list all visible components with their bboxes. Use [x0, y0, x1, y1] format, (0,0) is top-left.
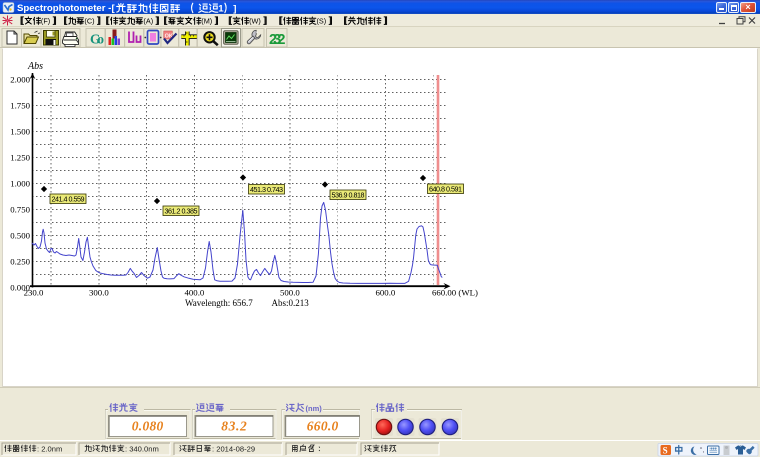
svg-text:0.750: 0.750 — [10, 205, 30, 215]
svg-text:230.0: 230.0 — [24, 288, 44, 298]
svg-text:: 340.0nm: : 340.0nm — [125, 445, 159, 454]
svg-text:1.500: 1.500 — [10, 127, 30, 137]
svg-text:Wavelength: 656.7: Wavelength: 656.7 — [185, 298, 253, 308]
svg-text:: 2.0nm: : 2.0nm — [37, 445, 62, 454]
svg-text:640.8 0.591: 640.8 0.591 — [429, 184, 462, 193]
svg-text:0.250: 0.250 — [10, 257, 30, 267]
svg-text:(M): (M) — [201, 17, 212, 26]
svg-text:660.00 (WL): 660.00 (WL) — [432, 288, 478, 298]
svg-text:241.4 0.559: 241.4 0.559 — [52, 194, 85, 203]
svg-text:]: ] — [233, 4, 236, 15]
svg-text:(F): (F) — [41, 17, 50, 26]
svg-text:°,: °, — [700, 445, 705, 454]
svg-text:Go: Go — [90, 32, 104, 47]
svg-text:536.9 0.818: 536.9 0.818 — [332, 190, 365, 199]
svg-text:300.0: 300.0 — [89, 288, 109, 298]
svg-text:(C): (C) — [84, 17, 94, 26]
svg-text:232: 232 — [269, 32, 286, 48]
svg-text:1.250: 1.250 — [10, 153, 30, 163]
svg-text:(S): (S) — [317, 17, 327, 26]
svg-text:361.2 0.385: 361.2 0.385 — [165, 206, 198, 215]
svg-text:Spectrophotometer -: Spectrophotometer - — [17, 3, 111, 14]
svg-text:400.0: 400.0 — [185, 288, 205, 298]
svg-text:(nm): (nm) — [306, 404, 323, 413]
svg-text:660.0: 660.0 — [307, 419, 339, 434]
svg-text:Abs:0.213: Abs:0.213 — [272, 298, 310, 308]
svg-text:2.000: 2.000 — [10, 75, 30, 85]
svg-text:(A): (A) — [143, 17, 153, 26]
svg-text:Abs: Abs — [27, 61, 43, 72]
svg-text:(W): (W) — [249, 17, 261, 26]
svg-text:0.080: 0.080 — [132, 419, 164, 434]
svg-text:0.500: 0.500 — [10, 231, 30, 241]
svg-text:83.2: 83.2 — [221, 419, 247, 434]
svg-text:1: 1 — [218, 4, 224, 15]
svg-text:[: [ — [112, 3, 116, 14]
svg-text:600.0: 600.0 — [376, 288, 396, 298]
svg-text:1.750: 1.750 — [10, 101, 30, 111]
svg-text:S: S — [663, 445, 668, 455]
svg-text:1.000: 1.000 — [10, 179, 30, 189]
svg-text:: 2014-08-29: : 2014-08-29 — [212, 445, 255, 454]
svg-text:451.3 0.743: 451.3 0.743 — [250, 185, 283, 194]
svg-text:500.0: 500.0 — [280, 288, 300, 298]
